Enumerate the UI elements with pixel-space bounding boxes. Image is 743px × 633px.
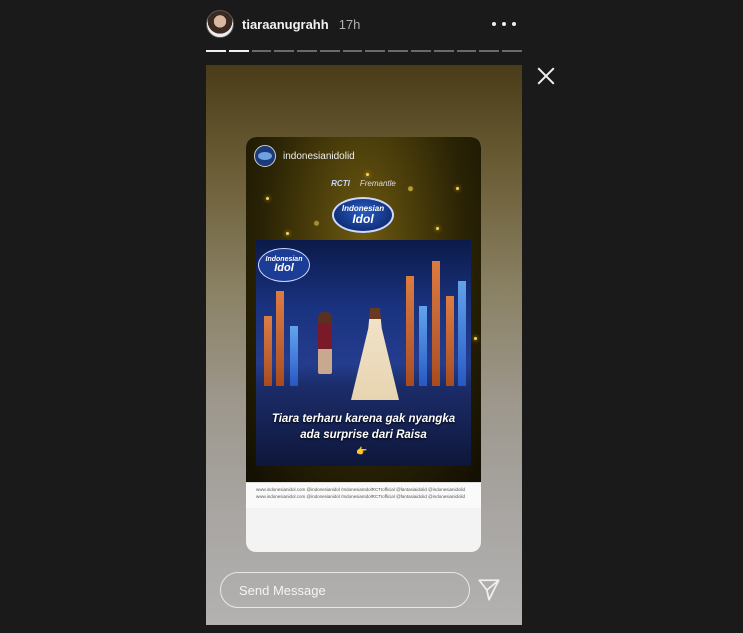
brand-logos: RCTI Fremantle [246, 179, 481, 188]
story-media[interactable]: indonesianidolid RCTI Fremantle Indonesi… [206, 65, 522, 625]
brand-fremantle: Fremantle [359, 179, 396, 188]
story-progress-bar [206, 50, 522, 52]
stage-logo: Indonesian Idol [258, 248, 310, 282]
progress-segment [297, 50, 317, 52]
progress-segment [502, 50, 522, 52]
progress-segment [319, 50, 340, 52]
performer-right [351, 308, 399, 400]
more-horizontal-icon[interactable] [492, 14, 516, 34]
progress-segment [274, 50, 295, 52]
progress-segment [388, 50, 409, 52]
brand-rcti: RCTI [331, 179, 350, 188]
post-caption: Tiara terharu karena gak nyangka ada sur… [271, 413, 456, 441]
performance-image: Indonesian Idol Tiara terharu karena gak… [256, 240, 471, 466]
send-icon[interactable] [476, 577, 502, 603]
close-icon[interactable] [536, 66, 556, 86]
progress-segment [342, 50, 363, 52]
timestamp: 17h [338, 16, 361, 32]
avatar[interactable] [206, 10, 234, 38]
username[interactable]: tiaraanugrahh [242, 17, 329, 32]
progress-segment [433, 50, 454, 52]
progress-segment [206, 50, 226, 52]
progress-segment [251, 50, 272, 52]
send-message-field[interactable] [220, 572, 470, 608]
progress-segment [365, 50, 386, 52]
account-name: indonesianidolid [283, 150, 355, 162]
post-footer: www.indonesianidol.com @indonesianidol /… [246, 482, 481, 508]
progress-segment [228, 50, 249, 52]
progress-segment [456, 50, 477, 52]
progress-segment [411, 50, 431, 52]
story-viewer: tiaraanugrahh 17h indonesianidolid RCTI [0, 0, 743, 633]
pointing-hand-icon: 👉 [356, 446, 368, 456]
progress-segment [479, 50, 500, 52]
indonesian-idol-logo: Indonesian Idol [332, 197, 394, 233]
message-input[interactable] [239, 582, 459, 598]
reposted-post-card: indonesianidolid RCTI Fremantle Indonesi… [246, 137, 481, 552]
performer-left [318, 312, 332, 374]
post-author: indonesianidolid [254, 145, 355, 167]
account-avatar [254, 145, 276, 167]
story-header: tiaraanugrahh 17h [206, 8, 522, 40]
